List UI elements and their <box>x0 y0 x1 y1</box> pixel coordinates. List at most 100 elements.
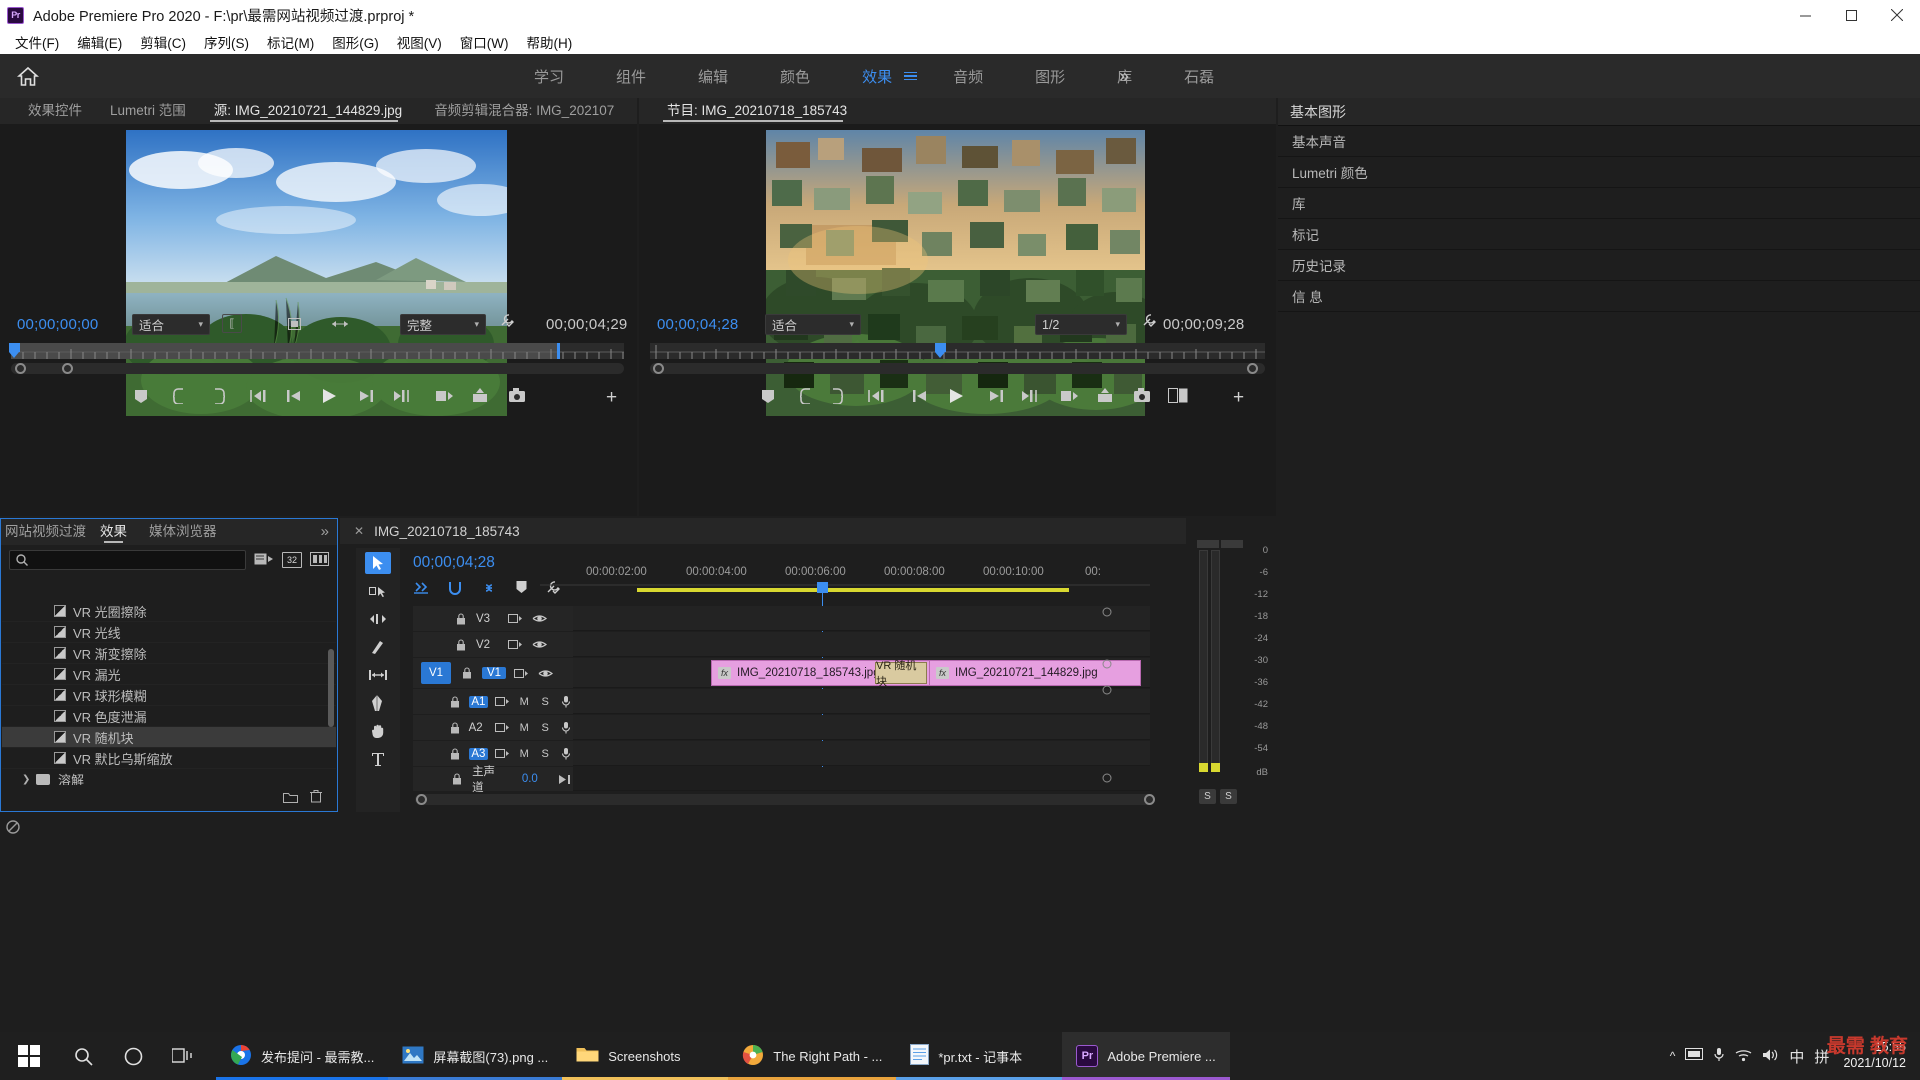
workspace-tab-effects[interactable]: 效果 <box>836 66 918 87</box>
program-mark-out-icon[interactable] <box>831 388 843 404</box>
taskbar-app-media-player[interactable]: The Right Path - ... <box>728 1032 897 1080</box>
lock-icon[interactable] <box>448 694 462 709</box>
panel-row-history[interactable]: 历史记录 <box>1278 250 1920 281</box>
source-mark-out-icon[interactable] <box>213 388 225 404</box>
effect-item-vr-spherical-blur[interactable]: VR 球形模糊 <box>2 685 336 706</box>
effects-list-scrollbar[interactable] <box>328 649 334 727</box>
menu-view[interactable]: 视图(V) <box>388 30 451 54</box>
taskbar-app-premiere[interactable]: Pr Adobe Premiere ... <box>1062 1032 1230 1080</box>
source-zoom-left-knob[interactable] <box>15 363 26 374</box>
32bit-color-icon[interactable]: 32 <box>282 552 302 568</box>
effects-list[interactable]: VR 光圈擦除 VR 光线 VR 渐变擦除 VR 漏光 VR 球形模糊 VR 色… <box>2 601 336 785</box>
source-mark-in-icon[interactable] <box>173 388 185 404</box>
program-playhead[interactable] <box>935 343 946 359</box>
task-view-icon[interactable] <box>158 1032 208 1080</box>
menu-clip[interactable]: 剪辑(C) <box>131 30 195 54</box>
panel-row-essential-sound[interactable]: 基本声音 <box>1278 126 1920 157</box>
timeline-zoom-left-knob[interactable] <box>416 794 427 805</box>
sync-lock-icon[interactable] <box>507 637 524 652</box>
mute-button-a2[interactable]: M <box>517 720 531 735</box>
taskbar-app-browser[interactable]: 发布提问 - 最需教... <box>216 1032 389 1080</box>
tab-program-monitor[interactable]: 节目: IMG_20210718_185743 <box>653 98 853 124</box>
program-duration[interactable]: 00;00;09;28 <box>1163 316 1244 333</box>
volume-icon[interactable] <box>1762 1048 1779 1065</box>
slip-tool[interactable] <box>365 664 391 686</box>
track-body-v1[interactable]: fx IMG_20210718_185743.jpg VR 随机块 fx IMG… <box>573 658 1150 688</box>
effect-item-vr-chroma-leaks[interactable]: VR 色度泄漏 <box>2 706 336 727</box>
source-playhead[interactable] <box>9 343 20 359</box>
close-icon[interactable] <box>1874 0 1920 30</box>
selection-tool[interactable] <box>365 552 391 574</box>
program-zoom-left-knob[interactable] <box>653 363 664 374</box>
minimize-icon[interactable] <box>1782 0 1828 30</box>
program-go-to-in-icon[interactable] <box>867 388 887 404</box>
new-custom-bin-icon[interactable] <box>283 791 298 806</box>
menu-help[interactable]: 帮助(H) <box>517 30 581 54</box>
tab-project-bin[interactable]: 网站视频过渡 <box>1 519 94 545</box>
effect-item-vr-iris-wipe[interactable]: VR 光圈擦除 <box>2 601 336 622</box>
source-export-frame-icon[interactable] <box>508 388 526 403</box>
program-resolution-select[interactable]: 1/2 ▾ <box>1035 314 1127 335</box>
track-body-v3[interactable] <box>573 606 1150 631</box>
program-fit-select[interactable]: 适合 ▾ <box>765 314 861 335</box>
timeline-horizontal-scrollbar[interactable] <box>415 794 1153 805</box>
ime-mode-chinese[interactable]: 中 <box>1789 1046 1804 1067</box>
workspace-tab-color[interactable]: 颜色 <box>754 66 836 87</box>
source-step-back-icon[interactable] <box>285 388 303 404</box>
program-play-icon[interactable] <box>947 387 965 405</box>
master-meter-icon[interactable] <box>557 772 573 787</box>
sync-lock-icon[interactable] <box>507 611 524 626</box>
menu-file[interactable]: 文件(F) <box>6 30 68 54</box>
mute-button-a3[interactable]: M <box>517 746 531 761</box>
tray-chevron-up-icon[interactable]: ^ <box>1670 1049 1676 1063</box>
source-current-time[interactable]: 00;00;00;00 <box>17 316 98 333</box>
program-go-to-out-icon[interactable] <box>1019 388 1039 404</box>
program-comparison-view-icon[interactable] <box>1168 388 1188 403</box>
program-zoom-scrollbar[interactable] <box>650 363 1265 374</box>
source-overwrite-icon[interactable] <box>471 388 490 404</box>
timeline-transition[interactable]: VR 随机块 <box>875 660 927 688</box>
menu-marker[interactable]: 标记(M) <box>258 30 323 54</box>
eye-icon[interactable] <box>531 637 548 652</box>
tab-audio-clip-mixer[interactable]: 音频剪辑混合器: IMG_202107 <box>420 98 628 124</box>
source-settings-wrench-icon[interactable] <box>500 313 515 328</box>
source-button-editor-icon[interactable]: + <box>606 387 617 409</box>
sync-lock-icon[interactable] <box>495 746 510 761</box>
timeline-ruler[interactable]: 00:00:02:00 00:00:04:00 00:00:06:00 00:0… <box>540 552 1150 586</box>
program-step-forward-icon[interactable] <box>987 388 1005 404</box>
sequence-name[interactable]: IMG_20210718_185743 <box>374 524 520 539</box>
workspace-tab-editing[interactable]: 编辑 <box>672 66 754 87</box>
close-icon[interactable]: ✕ <box>354 524 364 538</box>
maximize-icon[interactable] <box>1828 0 1874 30</box>
hand-tool[interactable] <box>365 720 391 742</box>
menu-graphics[interactable]: 图形(G) <box>323 30 388 54</box>
source-track-indicator-v1[interactable]: V1 <box>421 662 451 684</box>
program-settings-wrench-icon[interactable] <box>1142 313 1157 328</box>
effect-item-vr-light-leaks[interactable]: VR 漏光 <box>2 664 336 685</box>
track-body-master[interactable] <box>573 767 1150 791</box>
source-go-to-out-icon[interactable] <box>391 388 411 404</box>
tab-source-monitor[interactable]: 源: IMG_20210721_144829.jpg <box>200 98 408 124</box>
source-scrub-bar[interactable] <box>9 343 624 359</box>
microphone-icon[interactable] <box>559 746 573 761</box>
source-go-to-in-icon[interactable] <box>249 388 269 404</box>
sync-lock-icon[interactable] <box>513 666 530 681</box>
program-lift-icon[interactable] <box>1060 388 1079 404</box>
source-quality-select[interactable]: 完整 ▾ <box>400 314 486 335</box>
program-button-editor-icon[interactable]: + <box>1233 387 1244 409</box>
source-transform-icon[interactable] <box>330 314 350 333</box>
effect-folder-dissolve[interactable]: ❯ 溶解 <box>2 769 336 786</box>
lock-icon[interactable] <box>449 772 465 787</box>
microphone-icon[interactable] <box>559 694 573 709</box>
microphone-icon[interactable] <box>1713 1047 1725 1066</box>
display-icon[interactable] <box>1685 1047 1704 1065</box>
delete-custom-item-icon[interactable] <box>310 790 322 806</box>
track-body-a2[interactable] <box>573 715 1150 740</box>
master-track-value[interactable]: 0.0 <box>522 773 538 785</box>
razor-tool[interactable] <box>365 636 391 658</box>
source-safe-margins-icon[interactable] <box>284 314 304 333</box>
cortana-circle-icon[interactable] <box>108 1032 158 1080</box>
tab-lumetri-scopes[interactable]: Lumetri 范围 <box>96 98 200 124</box>
source-play-icon[interactable] <box>320 387 338 405</box>
sync-lock-icon[interactable] <box>495 720 510 735</box>
